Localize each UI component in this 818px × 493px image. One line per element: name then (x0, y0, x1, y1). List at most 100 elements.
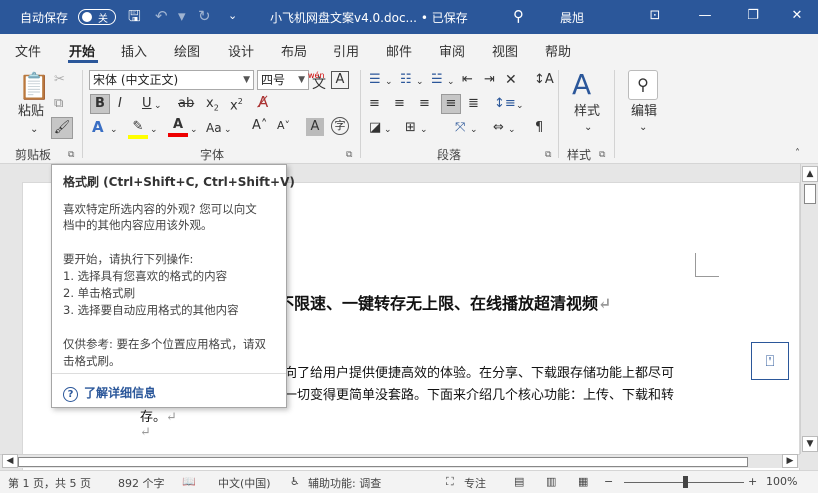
format-painter-icon[interactable]: 🖌 (51, 117, 73, 139)
borders-icon[interactable]: ⊞ (405, 120, 416, 136)
editing-label[interactable]: 编辑 (631, 104, 657, 120)
paragraph-launcher-icon[interactable]: ⧉ (545, 150, 551, 160)
character-border-icon[interactable]: A (331, 71, 349, 89)
scroll-down-icon[interactable]: ▼ (802, 436, 818, 452)
undo-icon[interactable]: ↶ (155, 7, 168, 25)
align-right-icon[interactable]: ≡ (419, 96, 430, 112)
tab-home[interactable]: 开始 (69, 41, 95, 60)
chevron-down-icon[interactable]: ⌄ (639, 120, 647, 136)
close-icon[interactable]: ✕ (782, 5, 812, 29)
document-line[interactable]: 存。↵ (140, 406, 177, 425)
zoom-slider-knob[interactable] (683, 476, 688, 488)
chevron-down-icon[interactable]: ⌄ (384, 122, 392, 138)
tab-mailings[interactable]: 邮件 (386, 41, 412, 60)
align-center-icon[interactable]: ≡ (394, 96, 405, 112)
chevron-down-icon[interactable]: ⌄ (470, 122, 478, 138)
superscript-icon[interactable]: x2 (230, 94, 243, 114)
subscript-icon[interactable]: x2 (206, 96, 219, 117)
text-direction-icon[interactable]: ⤧ (455, 120, 465, 136)
horizontal-scrollbar[interactable]: ◀ ▶ (0, 454, 800, 468)
styles-launcher-icon[interactable]: ⧉ (599, 150, 605, 160)
document-heading[interactable]: 不限速、一键转存无上限、在线播放超清视频↵ (278, 290, 611, 314)
chevron-down-icon[interactable]: ⌄ (416, 74, 424, 90)
focus-mode[interactable]: 专注 (464, 475, 486, 491)
decrease-indent-icon[interactable]: ⇤ (462, 72, 473, 88)
scroll-left-icon[interactable]: ◀ (2, 454, 18, 468)
font-color-icon[interactable]: A (168, 117, 188, 137)
tab-design[interactable]: 设计 (228, 41, 254, 60)
zoom-in-icon[interactable]: + (748, 475, 757, 488)
chevron-down-icon[interactable]: ⌄ (224, 122, 232, 138)
shading-icon[interactable]: ◪ (369, 120, 381, 136)
justify-icon[interactable]: ≡ (441, 94, 461, 114)
scroll-thumb[interactable] (18, 457, 748, 467)
ribbon-display-icon[interactable]: ⊡ (640, 5, 670, 29)
styles-icon[interactable]: A (572, 70, 591, 100)
bold-icon[interactable]: B (90, 94, 110, 114)
tab-view[interactable]: 视图 (492, 41, 518, 60)
tab-draw[interactable]: 绘图 (174, 41, 200, 60)
tab-review[interactable]: 审阅 (439, 41, 465, 60)
italic-icon[interactable]: I (118, 96, 122, 112)
search-icon[interactable]: ⚲ (628, 70, 658, 100)
autosave-toggle[interactable]: 关 (78, 9, 116, 25)
learn-more-link[interactable]: ? 了解详细信息 (63, 384, 156, 402)
cut-icon[interactable]: ✂ (54, 72, 65, 88)
accessibility-icon[interactable]: ♿ (290, 475, 300, 488)
multilevel-list-icon[interactable]: ☱ (431, 72, 443, 88)
chevron-down-icon[interactable]: ⌄ (516, 98, 524, 114)
zoom-out-icon[interactable]: − (604, 475, 613, 488)
strikethrough-icon[interactable]: ab (178, 96, 194, 112)
change-case-icon[interactable]: Aa (206, 120, 222, 136)
user-name[interactable]: 晨旭 (560, 9, 584, 26)
distributed-icon[interactable]: ≣ (468, 96, 479, 112)
tab-help[interactable]: 帮助 (545, 41, 571, 60)
save-icon[interactable]: 🖫 (128, 7, 141, 25)
grow-font-icon[interactable]: A˄ (252, 118, 267, 134)
chevron-down-icon[interactable]: ⌄ (508, 122, 516, 138)
document-line[interactable]: 一切变得更简单没套路。下面来介绍几个核心功能：上传、下载和转 (284, 384, 674, 403)
chevron-down-icon[interactable]: ⌄ (190, 122, 198, 138)
scroll-thumb[interactable] (804, 184, 816, 204)
document-line[interactable]: 向了给用户提供便捷高效的体验。在分享、下载跟存储功能上都尽可 (284, 362, 674, 381)
redo-icon[interactable]: ↻ (198, 7, 211, 25)
line-spacing-icon[interactable]: ↕≡ (494, 96, 516, 112)
chevron-down-icon[interactable]: ⌄ (447, 74, 455, 90)
chevron-down-icon[interactable]: ⌄ (150, 122, 158, 138)
vertical-scrollbar[interactable]: ▲ ▼ (800, 164, 818, 454)
show-marks-icon[interactable]: ¶ (535, 120, 543, 136)
clear-formatting-icon[interactable]: A̸ (258, 94, 268, 110)
numbering-icon[interactable]: ☷ (400, 72, 412, 88)
chevron-down-icon[interactable]: ⌄ (110, 122, 118, 138)
clipboard-launcher-icon[interactable]: ⧉ (68, 150, 74, 160)
collapse-ribbon-icon[interactable]: ˄ (795, 146, 800, 162)
page-count[interactable]: 第 1 页，共 5 页 (8, 475, 91, 491)
increase-indent-icon[interactable]: ⇥ (484, 72, 495, 88)
shrink-font-icon[interactable]: A˅ (277, 118, 290, 134)
restore-icon[interactable]: ❐ (738, 5, 768, 29)
customize-icon[interactable]: ⌄ (228, 7, 237, 25)
tab-insert[interactable]: 插入 (121, 41, 147, 60)
font-launcher-icon[interactable]: ⧉ (346, 150, 352, 160)
read-mode-icon[interactable]: ▤ (514, 475, 524, 488)
chinese-layout-icon[interactable]: ✕ (505, 72, 517, 88)
scroll-up-icon[interactable]: ▲ (802, 166, 818, 182)
search-icon[interactable]: ⚲ (513, 7, 524, 25)
web-layout-icon[interactable]: ▦ (578, 475, 588, 488)
chevron-down-icon[interactable]: ⌄ (154, 98, 162, 114)
word-count[interactable]: 892 个字 (118, 475, 165, 491)
highlight-icon[interactable]: ✎ (128, 119, 148, 139)
paste-label[interactable]: 粘贴 (18, 104, 44, 120)
tab-layout[interactable]: 布局 (281, 41, 307, 60)
sort-icon[interactable]: ↕A (534, 72, 554, 88)
bookmark-icon[interactable]: ⍞ (751, 342, 789, 380)
focus-icon[interactable]: ⛶ (446, 475, 454, 489)
chevron-down-icon[interactable]: ⌄ (420, 122, 428, 138)
font-size-combo[interactable]: 四号 ▼ (257, 70, 309, 90)
paste-icon[interactable]: 📋 (18, 72, 50, 102)
phonetic-guide-icon[interactable]: 文 (312, 76, 326, 92)
tab-file[interactable]: 文件 (15, 41, 41, 60)
asian-typography-icon[interactable]: ⇔ (493, 120, 504, 136)
copy-icon[interactable]: ⧉ (54, 96, 63, 112)
accessibility-status[interactable]: 辅助功能: 调查 (308, 475, 381, 491)
